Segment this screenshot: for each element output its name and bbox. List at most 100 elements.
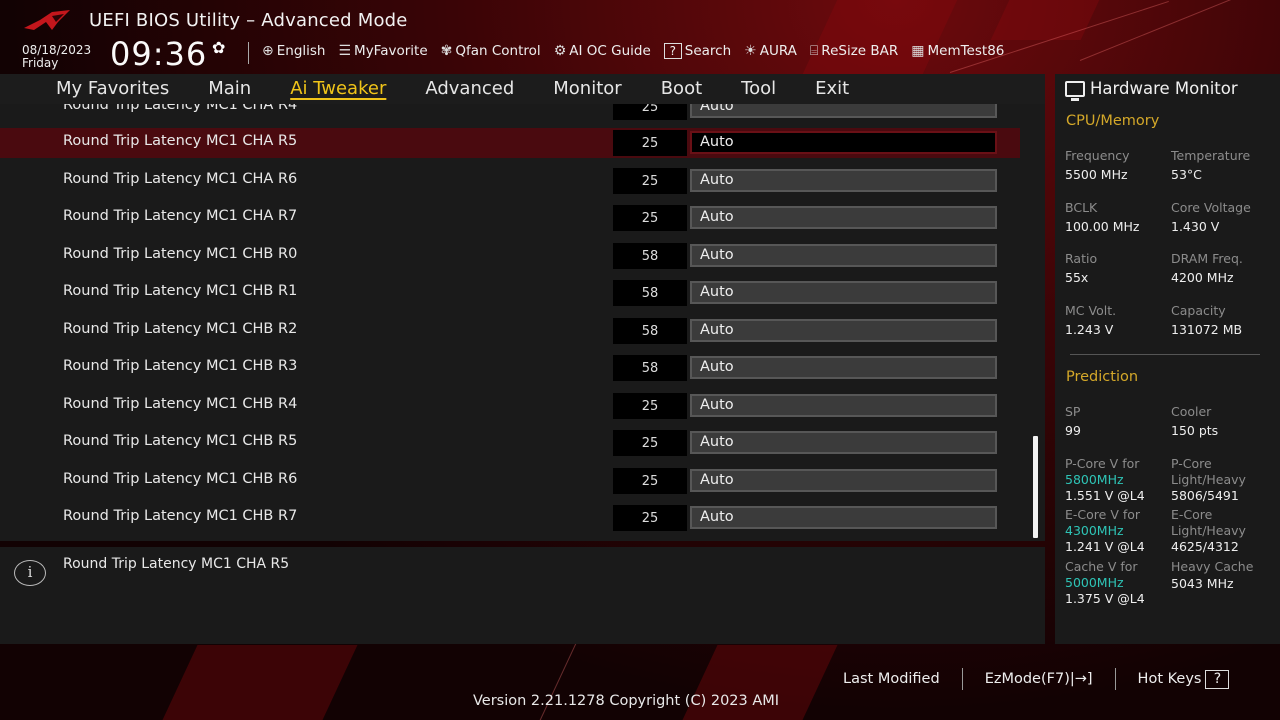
tab-exit[interactable]: Exit	[815, 74, 849, 104]
setting-label: Round Trip Latency MC1 CHB R3	[63, 358, 298, 374]
setting-option-field[interactable]: Auto	[690, 243, 997, 267]
globe-icon: ⊕	[262, 43, 274, 59]
hw-value: 1.430 V	[1171, 218, 1220, 234]
aura-light-icon: ☀	[744, 43, 757, 59]
setting-label: Round Trip Latency MC1 CHB R1	[63, 283, 298, 299]
setting-current-value: 58	[613, 280, 687, 306]
hw-bclk: BCLK 100.00 MHz	[1065, 200, 1139, 234]
aura-label: AURA	[759, 43, 797, 59]
memtest86-button[interactable]: ▦ MemTest86	[911, 43, 1004, 59]
aura-button[interactable]: ☀ AURA	[744, 43, 797, 59]
setting-current-value: 58	[613, 355, 687, 381]
hw-value: 1.551 V @L4	[1065, 488, 1145, 503]
myfavorite-button[interactable]: ☰ MyFavorite	[338, 43, 427, 59]
cpu-memory-heading: CPU/Memory	[1066, 113, 1160, 129]
hw-cache-v: Cache V for 5000MHz 1.375 V @L4	[1065, 559, 1145, 607]
hw-freq: 5000MHz	[1065, 574, 1124, 590]
help-description: Round Trip Latency MC1 CHA R5	[63, 556, 290, 572]
tab-advanced[interactable]: Advanced	[425, 74, 514, 104]
tab-my-favorites[interactable]: My Favorites	[56, 74, 169, 104]
ai-chip-icon: ⚙	[553, 43, 567, 59]
hw-value: 1.243 V	[1065, 321, 1114, 337]
setting-row[interactable]: Round Trip Latency MC1 CHA R7 25 Auto	[0, 203, 1020, 233]
setting-row[interactable]: Round Trip Latency MC1 CHA R6 25 Auto	[0, 166, 1020, 196]
setting-current-value: 25	[613, 505, 687, 531]
tab-ai-tweaker[interactable]: Ai Tweaker	[290, 74, 386, 104]
footer-divider	[1114, 668, 1116, 690]
hot-keys-button[interactable]: Hot Keys?	[1138, 669, 1230, 689]
language-label: English	[276, 43, 326, 59]
setting-row[interactable]: Round Trip Latency MC1 CHA R5 25 Auto	[0, 128, 1020, 158]
footer-divider	[961, 668, 963, 690]
tab-main[interactable]: Main	[208, 74, 251, 104]
ai-oc-guide-button[interactable]: ⚙ AI OC Guide	[554, 43, 651, 59]
day-text: Friday	[22, 56, 59, 70]
setting-option-field[interactable]: Auto	[690, 468, 997, 492]
setting-row[interactable]: Round Trip Latency MC1 CHB R2 58 Auto	[0, 316, 1020, 346]
hw-freq: 4300MHz	[1065, 522, 1124, 538]
tab-tool[interactable]: Tool	[741, 74, 776, 104]
hw-key: E-Core	[1171, 507, 1213, 522]
setting-option-field[interactable]: Auto	[690, 506, 997, 529]
setting-label: Round Trip Latency MC1 CHB R7	[63, 508, 298, 524]
hw-pcore-lh: P-Core Light/Heavy 5806/5491	[1171, 456, 1246, 504]
setting-row-partial[interactable]: Round Trip Latency MC1 CHA R4 25 Auto	[0, 104, 1020, 122]
footer-links: Last Modified EzMode(F7)|→] Hot Keys?	[843, 668, 1230, 690]
hw-freq: 5800MHz	[1065, 471, 1124, 487]
setting-row[interactable]: Round Trip Latency MC1 CHB R7 25 Auto	[0, 503, 1020, 533]
info-icon: i	[14, 560, 46, 586]
hw-value: 5043 MHz	[1171, 575, 1234, 591]
memory-module-icon: ▦	[911, 43, 925, 59]
setting-label: Round Trip Latency MC1 CHB R4	[63, 395, 298, 412]
tab-boot[interactable]: Boot	[661, 74, 702, 104]
resize-bar-button[interactable]: ⌸ ReSize BAR	[810, 43, 898, 59]
hw-cooler: Cooler 150 pts	[1171, 404, 1218, 438]
hw-key: Light/Heavy	[1171, 471, 1246, 487]
header: UEFI BIOS Utility – Advanced Mode 08/18/…	[0, 0, 1280, 74]
language-button[interactable]: ⊕ English	[262, 43, 325, 59]
hw-ecore-v: E-Core V for 4300MHz 1.241 V @L4	[1065, 507, 1145, 555]
hw-key: Core Voltage	[1171, 200, 1251, 215]
hw-key: SP	[1065, 404, 1081, 419]
scrollbar-thumb[interactable]	[1033, 436, 1038, 538]
setting-label: Round Trip Latency MC1 CHA R5	[63, 133, 298, 149]
setting-label: Round Trip Latency MC1 CHA R7	[63, 208, 298, 224]
hw-value: 100.00 MHz	[1065, 218, 1140, 234]
qfan-control-button[interactable]: ✾ Qfan Control	[441, 43, 541, 59]
setting-option-field[interactable]: Auto	[690, 206, 997, 229]
hw-value: 99	[1065, 422, 1081, 438]
hw-key: DRAM Freq.	[1171, 251, 1243, 266]
setting-row[interactable]: Round Trip Latency MC1 CHB R1 58 Auto	[0, 278, 1020, 308]
hw-key: Capacity	[1171, 303, 1226, 318]
hardware-monitor-title: Hardware Monitor	[1065, 79, 1238, 101]
setting-label: Round Trip Latency MC1 CHA R4	[63, 104, 298, 113]
clock: 09:36	[110, 35, 208, 73]
setting-row[interactable]: Round Trip Latency MC1 CHB R4 25 Auto	[0, 391, 1020, 421]
setting-option-field[interactable]: Auto	[690, 356, 997, 379]
ezmode-button[interactable]: EzMode(F7)|→]	[985, 671, 1093, 687]
hw-heavy-cache: Heavy Cache 5043 MHz	[1171, 559, 1253, 591]
settings-gear-icon[interactable]: ✿	[212, 38, 225, 57]
toolbar: ⊕ English ☰ MyFavorite ✾ Qfan Control ⚙ …	[262, 43, 1004, 59]
setting-option-field[interactable]: Auto	[690, 131, 997, 154]
setting-option-field[interactable]: Auto	[690, 318, 997, 342]
setting-row[interactable]: Round Trip Latency MC1 CHB R3 58 Auto	[0, 353, 1020, 383]
setting-option-field[interactable]: Auto	[690, 393, 997, 417]
setting-row[interactable]: Round Trip Latency MC1 CHB R6 25 Auto	[0, 466, 1020, 496]
setting-option-field[interactable]: Auto	[690, 431, 997, 454]
last-modified-button[interactable]: Last Modified	[843, 671, 940, 687]
setting-row[interactable]: Round Trip Latency MC1 CHB R5 25 Auto	[0, 428, 1020, 458]
header-divider	[248, 42, 249, 64]
setting-option-field[interactable]: Auto	[690, 104, 997, 118]
qfan-label: Qfan Control	[455, 43, 541, 59]
hw-key: P-Core	[1171, 456, 1212, 471]
hw-key: P-Core V for	[1065, 456, 1140, 471]
ai-oc-label: AI OC Guide	[569, 43, 651, 59]
setting-option-field[interactable]: Auto	[690, 168, 997, 192]
search-button[interactable]: ? Search	[663, 43, 731, 59]
setting-row[interactable]: Round Trip Latency MC1 CHB R0 58 Auto	[0, 241, 1020, 271]
setting-option-field[interactable]: Auto	[690, 281, 997, 304]
tab-monitor[interactable]: Monitor	[553, 74, 621, 104]
hw-value: 4625/4312	[1171, 539, 1239, 554]
favorite-list-icon: ☰	[338, 43, 352, 59]
